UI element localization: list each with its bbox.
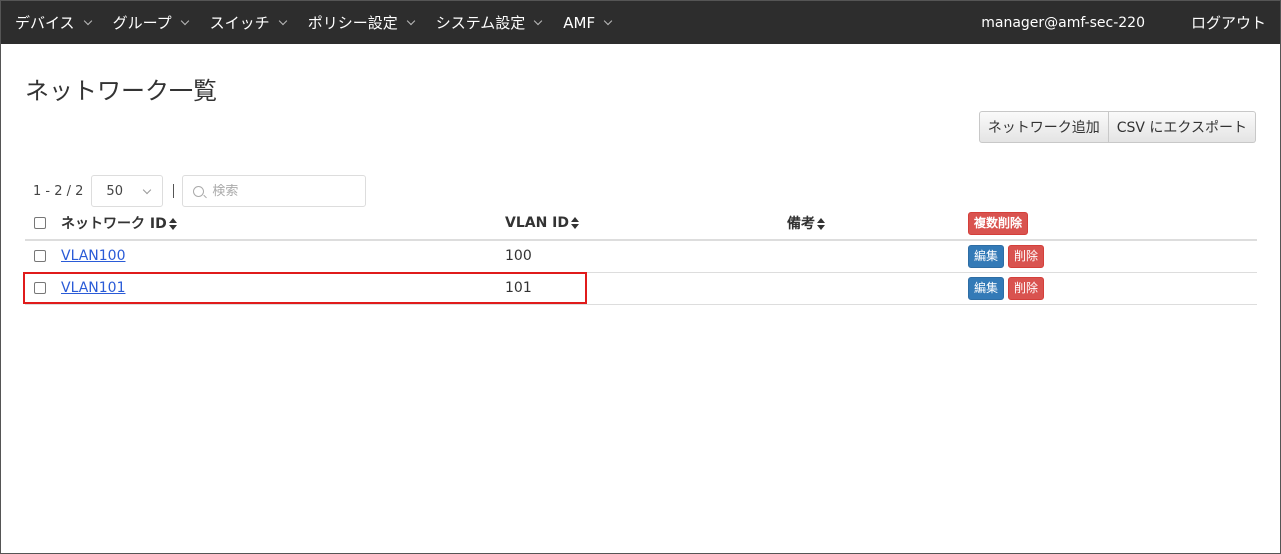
- column-label: ネットワーク ID: [61, 216, 167, 232]
- nav-label: デバイス: [15, 14, 75, 32]
- result-count: 1 - 2 / 2: [33, 183, 84, 199]
- delete-button[interactable]: 削除: [1008, 276, 1045, 300]
- row-checkbox[interactable]: [34, 282, 46, 294]
- network-id-link[interactable]: VLAN100: [61, 248, 125, 264]
- row-select-cell: [25, 240, 61, 272]
- vlan-id-cell: 101: [505, 280, 532, 296]
- nav-menu-amf[interactable]: AMF: [563, 13, 613, 32]
- network-id-link[interactable]: VLAN101: [61, 280, 125, 296]
- table-row: VLAN101 101 編集 削除: [25, 272, 1257, 304]
- nav-menu-devices[interactable]: デバイス: [15, 12, 92, 33]
- column-header-network-id[interactable]: ネットワーク ID: [61, 207, 505, 240]
- sort-icon: [168, 218, 177, 230]
- network-id-cell: VLAN100: [61, 240, 505, 272]
- network-id-cell: VLAN101: [61, 272, 505, 304]
- nav-label: システム設定: [435, 14, 526, 32]
- search-box[interactable]: [182, 175, 367, 207]
- select-all-checkbox[interactable]: [34, 217, 46, 229]
- table-row: VLAN100 100 編集 削除: [25, 240, 1257, 272]
- logout-link[interactable]: ログアウト: [1191, 12, 1266, 33]
- top-navbar: デバイス グループ スイッチ ポリシー設定 システム設定 AMF manager…: [1, 1, 1280, 44]
- nav-menu-groups[interactable]: グループ: [112, 12, 189, 33]
- chevron-down-icon: [143, 185, 152, 195]
- row-select-cell: [25, 272, 61, 304]
- row-actions-cell: 編集 削除: [968, 240, 1257, 272]
- search-icon: [193, 185, 205, 197]
- row-checkbox[interactable]: [34, 250, 46, 263]
- search-input[interactable]: [212, 183, 353, 199]
- action-button-group: ネットワーク追加 CSV にエクスポート: [978, 111, 1256, 143]
- page-title: ネットワーク一覧: [25, 77, 217, 105]
- vlan-id-cell: 100: [505, 248, 532, 265]
- nav-label: AMF: [563, 13, 596, 32]
- sort-icon: [817, 218, 825, 230]
- network-table: ネットワーク ID VLAN ID 備考 複数削除 VLAN100 100 編集…: [25, 207, 1257, 305]
- delete-button[interactable]: 削除: [1008, 244, 1045, 268]
- chevron-down-icon: [406, 16, 415, 25]
- nav-menu-policy[interactable]: ポリシー設定: [307, 12, 415, 33]
- page-size-value: 50: [106, 183, 123, 199]
- select-all-cell: [25, 207, 61, 240]
- add-network-button[interactable]: ネットワーク追加: [978, 111, 1109, 143]
- chevron-down-icon: [534, 16, 543, 25]
- note-cell: [787, 240, 968, 272]
- table-header-row: ネットワーク ID VLAN ID 備考 複数削除: [25, 207, 1257, 240]
- chevron-down-icon: [180, 16, 189, 25]
- page-size-select[interactable]: 50: [91, 175, 164, 207]
- column-label: 備考: [787, 216, 815, 232]
- actions-header: 複数削除: [968, 207, 1257, 240]
- edit-button[interactable]: 編集: [968, 276, 1005, 300]
- chevron-down-icon: [83, 16, 92, 25]
- nav-label: ポリシー設定: [307, 14, 398, 32]
- nav-label: スイッチ: [209, 14, 270, 32]
- chevron-down-icon: [603, 16, 613, 25]
- export-csv-button[interactable]: CSV にエクスポート: [1108, 111, 1256, 143]
- row-actions-cell: 編集 削除: [968, 272, 1257, 304]
- nav-label: グループ: [112, 14, 172, 32]
- sort-icon: [571, 217, 580, 229]
- column-label: VLAN ID: [505, 215, 570, 231]
- nav-menu-switches[interactable]: スイッチ: [209, 12, 287, 33]
- edit-button[interactable]: 編集: [968, 244, 1005, 268]
- note-cell: [787, 272, 968, 304]
- column-header-vlan-id[interactable]: VLAN ID: [505, 207, 787, 240]
- bulk-delete-button[interactable]: 複数削除: [968, 211, 1029, 235]
- toolbar-divider: [173, 184, 175, 198]
- nav-menu-system[interactable]: システム設定: [435, 12, 543, 33]
- current-user: manager@amf-sec-220: [981, 14, 1145, 31]
- chevron-down-icon: [278, 16, 287, 25]
- column-header-note[interactable]: 備考: [787, 207, 968, 240]
- list-toolbar: 1 - 2 / 2 50: [33, 175, 367, 207]
